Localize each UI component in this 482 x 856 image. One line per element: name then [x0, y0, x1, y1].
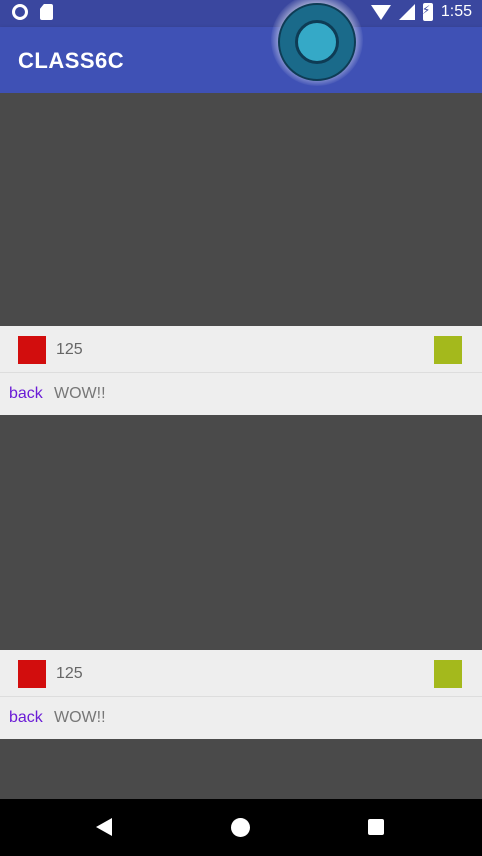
card-header-row: 125 — [0, 326, 482, 373]
recent-apps-square-icon[interactable] — [368, 819, 384, 835]
cell-signal-icon — [398, 4, 415, 20]
wifi-icon — [370, 4, 391, 20]
back-triangle-icon[interactable] — [96, 818, 112, 836]
status-left-icons — [12, 4, 53, 20]
overlay-button-center-icon — [295, 20, 339, 64]
home-circle-icon[interactable] — [231, 818, 250, 837]
message-text: WOW!! — [54, 385, 106, 402]
status-time: 1:55 — [440, 3, 472, 20]
sd-card-icon — [40, 4, 53, 20]
status-right-icons: 1:55 — [370, 3, 472, 21]
main-content: 125 back WOW!! 125 back WOW!! — [0, 93, 482, 799]
card-footer-row: back WOW!! — [0, 697, 482, 739]
back-link[interactable]: back — [9, 709, 43, 727]
back-link[interactable]: back — [9, 385, 43, 403]
item-count: 125 — [56, 665, 83, 682]
dark-content-area — [0, 93, 482, 326]
dark-content-area — [0, 416, 482, 650]
green-square-icon[interactable] — [434, 660, 462, 688]
message-text: WOW!! — [54, 709, 106, 726]
status-bar: 1:55 — [0, 0, 482, 27]
page-title: CLASS6C — [18, 48, 125, 73]
red-square-icon[interactable] — [18, 660, 46, 688]
card-footer-row: back WOW!! — [0, 373, 482, 415]
item-count: 125 — [56, 341, 83, 358]
app-bar: CLASS6C — [0, 27, 482, 93]
green-square-icon[interactable] — [434, 336, 462, 364]
red-square-icon[interactable] — [18, 336, 46, 364]
list-item: 125 back WOW!! — [0, 326, 482, 415]
card-header-row: 125 — [0, 650, 482, 697]
list-item: 125 back WOW!! — [0, 650, 482, 739]
overlay-button-ring-icon — [278, 3, 356, 81]
battery-charging-icon — [422, 3, 433, 21]
navigation-bar — [0, 799, 482, 856]
dark-content-area — [0, 740, 482, 799]
notification-circle-icon — [12, 4, 28, 20]
